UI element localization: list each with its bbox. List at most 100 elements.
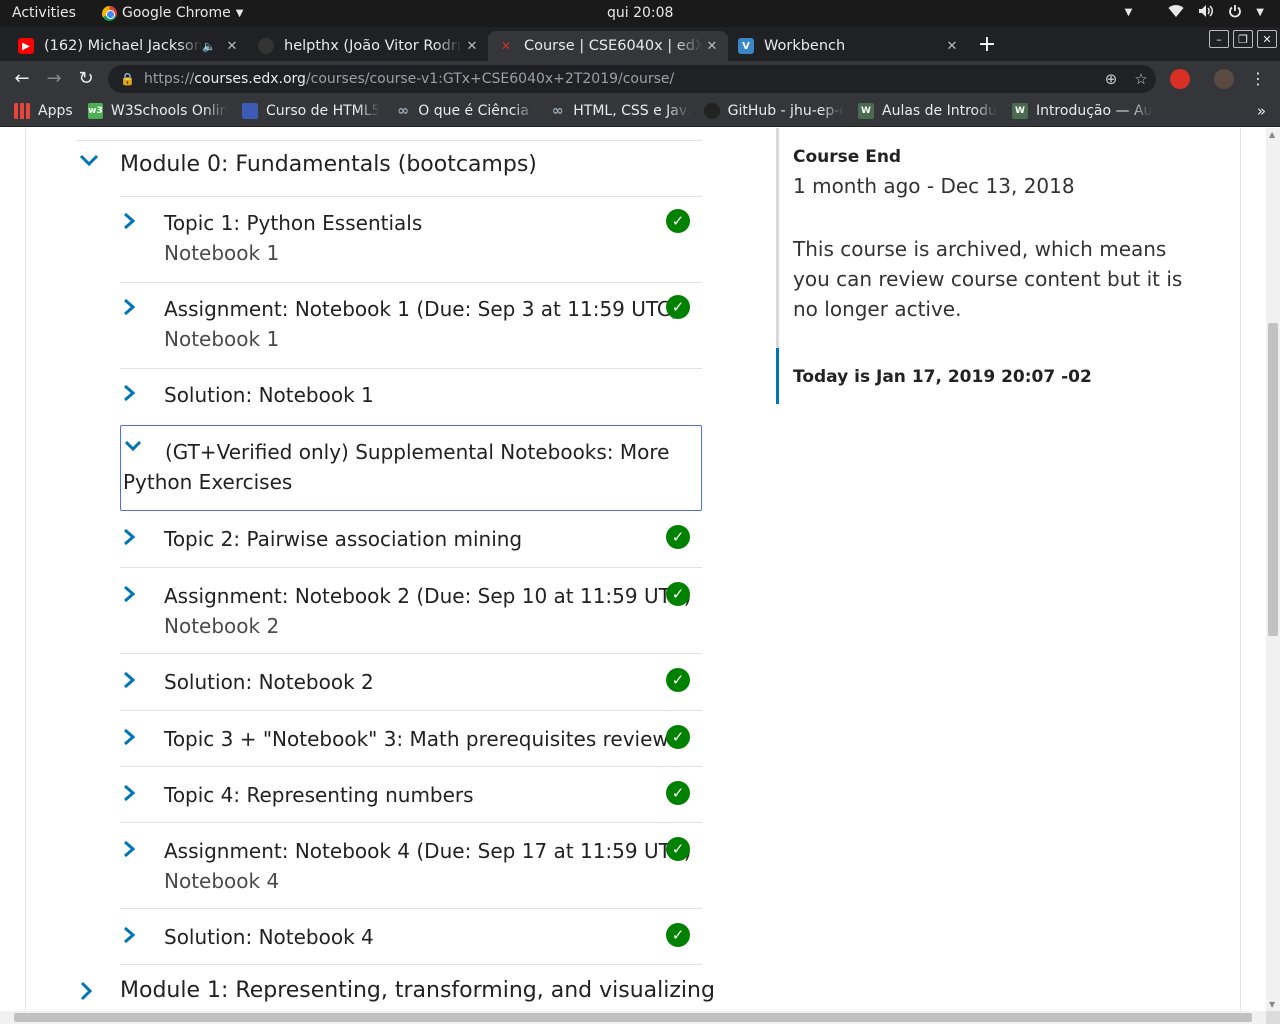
completed-check-icon: ✓ (666, 209, 690, 233)
maximize-button[interactable]: ❐ (1233, 30, 1253, 48)
outline-row[interactable]: Assignment: Notebook 2 (Due: Sep 10 at 1… (120, 567, 702, 653)
bookmark-apps[interactable]: Apps (14, 103, 73, 119)
outline-row[interactable]: Topic 3 + "Notebook" 3: Math prerequisit… (120, 710, 702, 766)
today-date: Today is Jan 17, 2019 20:07 -02 (793, 367, 1092, 387)
link-icon: ∞ (551, 103, 564, 119)
vertical-scrollbar[interactable]: ▲ ▼ (1266, 128, 1280, 1011)
clock[interactable]: qui 20:08 (607, 5, 673, 21)
module-1-header[interactable]: Module 1: Representing, transforming, an… (76, 978, 715, 1011)
youtube-icon: ▶ (18, 38, 34, 54)
row-title: Assignment: Notebook 1 (Due: Sep 3 at 11… (164, 297, 679, 321)
chevron-right-icon (122, 383, 136, 408)
row-subtitle: Notebook 1 (164, 327, 280, 351)
course-end-date: 1 month ago - Dec 13, 2018 (793, 174, 1075, 198)
outline-row-focused[interactable]: (GT+Verified only) Supplemental Notebook… (120, 425, 702, 511)
chevron-right-icon (122, 670, 136, 695)
close-tab-icon[interactable]: ✕ (462, 39, 482, 54)
close-window-button[interactable]: ✕ (1257, 30, 1277, 48)
row-title: Solution: Notebook 2 (164, 670, 374, 694)
outline-row[interactable]: Assignment: Notebook 1 (Due: Sep 3 at 11… (120, 282, 702, 368)
tab-title: Workbench (764, 38, 846, 54)
edx-icon: ✕ (500, 39, 512, 53)
row-title: Topic 2: Pairwise association mining (164, 527, 523, 551)
bookmarks-bar: Apps w3 W3Schools Online Curso de HTML5 … (0, 97, 1280, 127)
outline-row[interactable]: Topic 4: Representing numbers ✓ (120, 766, 702, 822)
chevron-right-icon (122, 211, 136, 236)
wifi-icon (1168, 4, 1184, 22)
row-title: Solution: Notebook 1 (164, 383, 374, 407)
completed-check-icon: ✓ (666, 725, 690, 749)
bookmark-html-css-java[interactable]: ∞ HTML, CSS e Java (550, 103, 690, 119)
row-subtitle: Notebook 4 (164, 869, 280, 893)
vocareum-icon: V (738, 38, 754, 54)
tab-workbench[interactable]: V Workbench ✕ (728, 31, 968, 61)
extension-icon[interactable] (1170, 69, 1190, 89)
module-title: Module 1: Representing, transforming, an… (120, 978, 715, 1003)
scrollbar-thumb[interactable] (1268, 323, 1278, 636)
back-button[interactable]: ← (10, 67, 34, 91)
row-title: Solution: Notebook 4 (164, 925, 374, 949)
outline-row[interactable]: Solution: Notebook 2 ✓ (120, 653, 702, 710)
app-menu[interactable]: Google Chrome ▼ (102, 5, 243, 21)
tab-strip: ▶ (162) Michael Jackson 🔈 ✕ helpthx (Joã… (0, 27, 1280, 61)
close-tab-icon[interactable]: ✕ (222, 39, 242, 54)
close-tab-icon[interactable]: ✕ (942, 39, 962, 54)
tab-edx-course[interactable]: ✕ Course | CSE6040x | edX ✕ (488, 31, 728, 61)
chevron-right-icon (122, 783, 136, 808)
archived-notice: This course is archived, which means you… (793, 237, 1183, 321)
tab-title: helpthx (João Vitor Rodrigues) (284, 38, 462, 54)
dropdown-arrow-icon[interactable]: ▼ (1125, 7, 1133, 22)
row-subtitle: Notebook 1 (164, 241, 280, 265)
divider (25, 128, 26, 1011)
url-text[interactable]: https://courses.edx.org/courses/course-v… (144, 71, 1096, 87)
power-icon (1228, 4, 1242, 22)
bookmark-w3schools[interactable]: w3 W3Schools Online (88, 103, 228, 119)
reload-button[interactable]: ↻ (74, 67, 98, 91)
link-icon: ∞ (397, 103, 409, 119)
scrollbar-thumb[interactable] (14, 1013, 1252, 1022)
chevron-right-icon (122, 584, 136, 609)
bookmark-ciencia[interactable]: ∞ O que é Ciência da (396, 103, 536, 119)
scroll-down-icon[interactable]: ▼ (1269, 1000, 1275, 1009)
github-icon (704, 103, 720, 119)
new-tab-button[interactable]: + (974, 33, 1000, 59)
horizontal-scrollbar[interactable] (0, 1011, 1266, 1024)
w3c-icon: W (1012, 103, 1028, 119)
audio-playing-icon[interactable]: 🔈 (202, 40, 216, 53)
system-status-area[interactable]: ▼ ▼ (1125, 4, 1264, 22)
tab-youtube[interactable]: ▶ (162) Michael Jackson 🔈 ✕ (8, 31, 248, 61)
bookmark-introducao[interactable]: W Introdução — Au (1012, 103, 1152, 119)
more-bookmarks-icon[interactable]: » (1257, 102, 1266, 120)
bookmark-star-icon[interactable]: ☆ (1126, 70, 1156, 88)
address-bar[interactable]: 🔒 https://courses.edx.org/courses/course… (108, 65, 1156, 93)
chrome-menu-icon[interactable]: ⋮ (1246, 67, 1270, 91)
zoom-icon[interactable]: ⊕ (1096, 70, 1126, 88)
forward-button[interactable]: → (42, 67, 66, 91)
outline-row[interactable]: Topic 1: Python Essentials Notebook 1 ✓ (120, 196, 702, 282)
toolbar: ← → ↻ 🔒 https://courses.edx.org/courses/… (0, 61, 1280, 97)
chevron-down-icon (123, 438, 143, 459)
outline-row[interactable]: Assignment: Notebook 4 (Due: Sep 17 at 1… (120, 822, 702, 908)
module-0-header[interactable]: Module 0: Fundamentals (bootcamps) (76, 152, 702, 196)
outline-row[interactable]: Solution: Notebook 1 (120, 368, 702, 424)
timeline-bar-today (776, 348, 779, 404)
completed-check-icon: ✓ (666, 837, 690, 861)
bookmark-github[interactable]: GitHub - jhu-ep-c (704, 103, 844, 119)
course-end-heading: Course End (793, 147, 902, 167)
activities-button[interactable]: Activities (12, 5, 76, 21)
timeline-bar (776, 128, 779, 348)
bookmark-aulas[interactable]: W Aulas de Introdu (858, 103, 998, 119)
profile-avatar[interactable] (1214, 69, 1234, 89)
completed-check-icon: ✓ (666, 781, 690, 805)
outline-row[interactable]: Topic 2: Pairwise association mining ✓ (120, 511, 702, 567)
lock-icon[interactable]: 🔒 (120, 72, 135, 86)
close-tab-icon[interactable]: ✕ (702, 39, 722, 54)
row-title: Assignment: Notebook 4 (Due: Sep 17 at 1… (164, 839, 692, 863)
outline-row[interactable]: Solution: Notebook 4 ✓ (120, 908, 702, 965)
tab-github[interactable]: helpthx (João Vitor Rodrigues) ✕ (248, 31, 488, 61)
bookmark-curso-html5[interactable]: Curso de HTML5 (242, 103, 380, 119)
scroll-up-icon[interactable]: ▲ (1269, 130, 1275, 139)
minimize-button[interactable]: – (1209, 30, 1229, 48)
row-title: Topic 3 + "Notebook" 3: Math prerequisit… (164, 727, 669, 751)
tab-title: Course | CSE6040x | edX (524, 38, 702, 54)
